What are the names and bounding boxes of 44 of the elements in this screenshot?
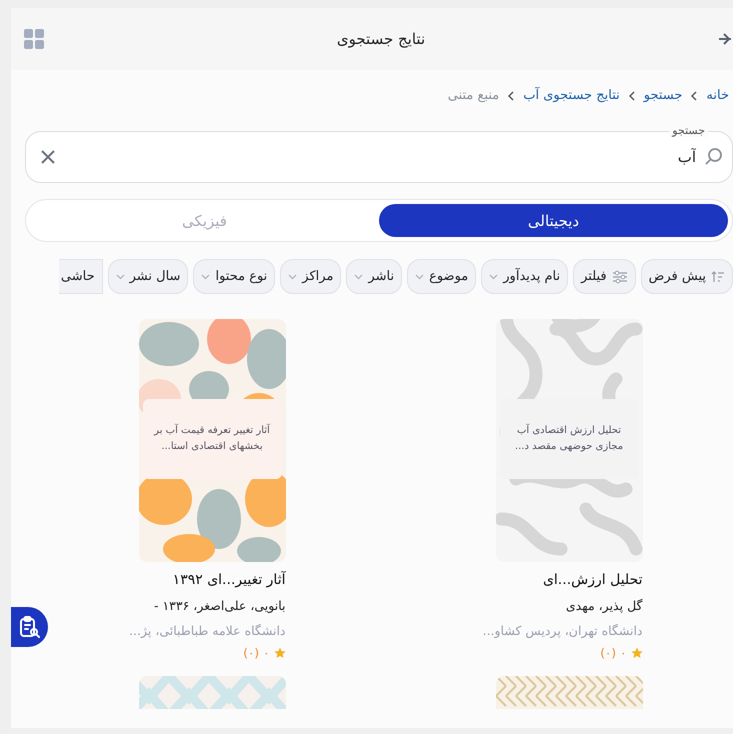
clipboard-search-icon — [18, 615, 40, 639]
star-icon — [630, 647, 642, 659]
result-publisher: دانشگاه علامه طباطبائی، پژ... — [129, 623, 286, 638]
caret-icon — [415, 274, 424, 280]
caret-icon — [354, 274, 364, 280]
result-title[interactable]: آثار تغییر...ای ۱۳۹۲ — [172, 572, 286, 588]
sort-icon — [711, 270, 725, 282]
filter-button[interactable]: فیلتر — [573, 259, 636, 294]
search-icon — [704, 147, 724, 167]
cover-caption: آثار تغییر تعرفه قیمت آب بر بخشهای اقتصادی استا... — [142, 399, 282, 479]
result-author: بانویی، علی‌اصغر، ۱۳۳۶ - — [154, 598, 286, 613]
result-publisher: دانشگاه تهران، پردیس کشاو... — [482, 623, 642, 638]
breadcrumb-link[interactable]: خانه — [706, 88, 729, 103]
breadcrumb-current: منبع متنی — [448, 88, 500, 103]
filter-chip[interactable]: سال نشر — [108, 259, 188, 294]
result-author: گل پذیر، مهدی — [566, 598, 642, 613]
caret-icon — [201, 274, 210, 280]
sort-button[interactable]: پیش فرض — [640, 259, 733, 294]
rating-value: ۰ — [620, 646, 626, 660]
breadcrumb-link[interactable]: جستجو — [644, 88, 682, 103]
clear-icon[interactable] — [40, 149, 56, 165]
segment-tab[interactable]: دیجیتالی — [379, 204, 728, 237]
filter-chip[interactable]: ناشر — [346, 259, 402, 294]
rating-count: (۰) — [243, 646, 260, 660]
caret-icon — [288, 274, 298, 280]
caret-icon — [489, 274, 498, 280]
breadcrumb-link[interactable]: نتایج جستجوی آب — [523, 88, 620, 103]
page-title: نتایج جستجوی — [336, 30, 426, 48]
filter-chip[interactable]: مراکز — [280, 259, 342, 294]
filter-chip[interactable]: موضوع — [407, 259, 476, 294]
result-title[interactable]: تحلیل ارزش...ای — [542, 572, 642, 588]
rating-count: (۰) — [600, 646, 616, 660]
star-icon — [274, 647, 286, 659]
rating-value: ۰ — [263, 646, 270, 660]
chevron-icon — [690, 90, 698, 100]
filter-chip[interactable]: نام پدیدآور — [481, 259, 568, 294]
chevron-icon — [507, 90, 516, 100]
caret-icon — [116, 274, 125, 280]
back-arrow-icon[interactable] — [717, 31, 733, 47]
sliders-icon — [612, 270, 628, 284]
chevron-icon — [628, 90, 636, 100]
filter-chip[interactable]: نوع محتوا — [193, 259, 276, 294]
search-report-button[interactable] — [11, 607, 48, 647]
filter-chip[interactable]: حاشی — [58, 259, 103, 294]
